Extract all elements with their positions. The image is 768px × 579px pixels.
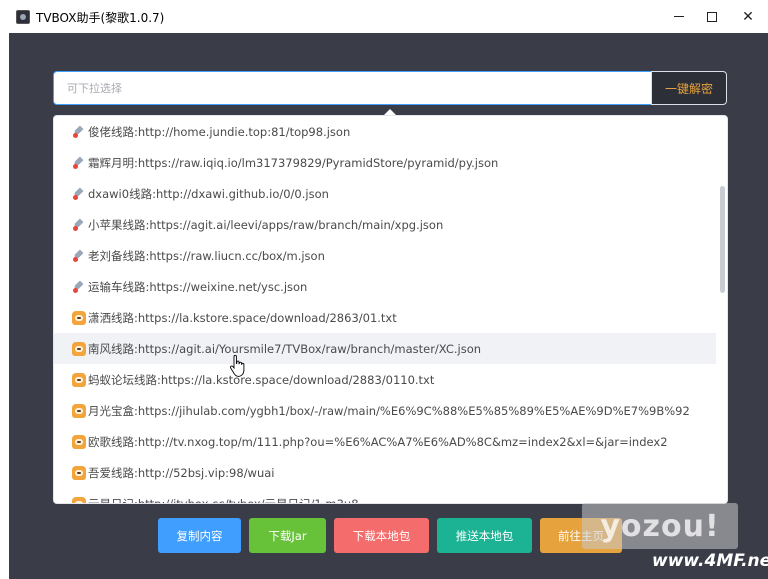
hand-cursor-icon <box>229 355 245 377</box>
rocket-icon <box>72 187 86 201</box>
dropdown-item-label: 俊佬线路:http://home.jundie.top:81/top98.jso… <box>88 124 351 139</box>
title-bar: TVBOX助手(黎歌1.0.7) ✕ <box>0 0 768 33</box>
dropdown-item[interactable]: 云星日记:http://itvbox.cc/tvbox/云星日记/1.m3u8 <box>54 488 716 504</box>
dropdown-item[interactable]: dxawi0线路:http://dxawi.github.io/0/0.json <box>54 178 716 209</box>
dropdown-item[interactable]: 蚂蚁论坛线路:https://la.kstore.space/download/… <box>54 364 716 395</box>
minimize-icon <box>674 16 684 17</box>
watermark-logo: yozou! <box>582 503 738 549</box>
hamster-icon <box>72 403 86 418</box>
dropdown-item-label: dxawi0线路:http://dxawi.github.io/0/0.json <box>88 186 329 201</box>
rocket-icon <box>72 125 86 139</box>
dropdown-item[interactable]: 吾爱线路:http://52bsj.vip:98/wuai <box>54 457 716 488</box>
select-placeholder: 可下拉选择 <box>67 82 122 95</box>
dropdown-item[interactable]: 俊佬线路:http://home.jundie.top:81/top98.jso… <box>54 116 716 147</box>
window-title: TVBOX助手(黎歌1.0.7) <box>36 11 165 25</box>
rocket-icon <box>72 156 86 170</box>
rocket-icon <box>72 280 86 294</box>
dropdown-scrollbar[interactable] <box>720 186 725 293</box>
dropdown-item[interactable]: 老刘备线路:https://raw.liucn.cc/box/m.json <box>54 240 716 271</box>
app-icon <box>16 10 30 24</box>
dropdown-item-label: 欧歌线路:http://tv.nxog.top/m/111.php?ou=%E6… <box>88 434 668 449</box>
maximize-icon <box>707 11 717 22</box>
minimize-button[interactable] <box>661 0 697 33</box>
close-button[interactable]: ✕ <box>730 0 766 33</box>
dropdown-item[interactable]: 运输车线路:https://weixine.net/ysc.json <box>54 271 716 302</box>
hamster-icon <box>72 372 86 387</box>
hamster-icon <box>72 310 86 325</box>
maximize-button[interactable] <box>694 0 730 33</box>
dropdown-item-label: 蚂蚁论坛线路:https://la.kstore.space/download/… <box>88 372 435 387</box>
source-dropdown: 俊佬线路:http://home.jundie.top:81/top98.jso… <box>53 115 728 504</box>
dropdown-item-label: 小苹果线路:https://agit.ai/leevi/apps/raw/bra… <box>88 217 444 232</box>
dropdown-item-label: 吾爱线路:http://52bsj.vip:98/wuai <box>88 465 275 480</box>
dropdown-item-label: 潇洒线路:https://la.kstore.space/download/28… <box>88 310 397 325</box>
dropdown-item-label: 运输车线路:https://weixine.net/ysc.json <box>88 279 308 294</box>
rocket-icon <box>72 249 86 263</box>
download-jar-button[interactable]: 下载Jar <box>249 518 326 553</box>
dropdown-item-label: 霜辉月明:https://raw.iqiq.io/lm317379829/Pyr… <box>88 155 499 170</box>
hamster-icon <box>72 465 86 480</box>
hamster-icon <box>72 434 86 449</box>
dropdown-item-label: 月光宝盒:https://jihulab.com/ygbh1/box/-/raw… <box>88 403 690 418</box>
source-select-input[interactable]: 可下拉选择 <box>53 71 652 105</box>
hamster-icon <box>72 496 86 503</box>
dropdown-item-label: 南风线路:https://agit.ai/Yoursmile7/TVBox/ra… <box>88 341 482 356</box>
dropdown-item[interactable]: 霜辉月明:https://raw.iqiq.io/lm317379829/Pyr… <box>54 147 716 178</box>
hamster-icon <box>72 341 86 356</box>
dropdown-item-hovered[interactable]: 南风线路:https://agit.ai/Yoursmile7/TVBox/ra… <box>54 333 716 364</box>
push-local-package-button[interactable]: 推送本地包 <box>437 518 532 553</box>
decrypt-button[interactable]: 一键解密 <box>651 71 727 105</box>
watermark-site: www.4MF.net <box>652 551 768 571</box>
dropdown-item-label: 老刘备线路:https://raw.liucn.cc/box/m.json <box>88 248 325 263</box>
download-local-package-button[interactable]: 下载本地包 <box>334 518 429 553</box>
rocket-icon <box>72 218 86 232</box>
copy-content-button[interactable]: 复制内容 <box>158 518 241 553</box>
dropdown-item[interactable]: 小苹果线路:https://agit.ai/leevi/apps/raw/bra… <box>54 209 716 240</box>
close-icon: ✕ <box>742 8 754 25</box>
dropdown-item[interactable]: 月光宝盒:https://jihulab.com/ygbh1/box/-/raw… <box>54 395 716 426</box>
dropdown-item[interactable]: 潇洒线路:https://la.kstore.space/download/28… <box>54 302 716 333</box>
dropdown-item-label: 云星日记:http://itvbox.cc/tvbox/云星日记/1.m3u8 <box>88 496 359 504</box>
dropdown-item[interactable]: 欧歌线路:http://tv.nxog.top/m/111.php?ou=%E6… <box>54 426 716 457</box>
